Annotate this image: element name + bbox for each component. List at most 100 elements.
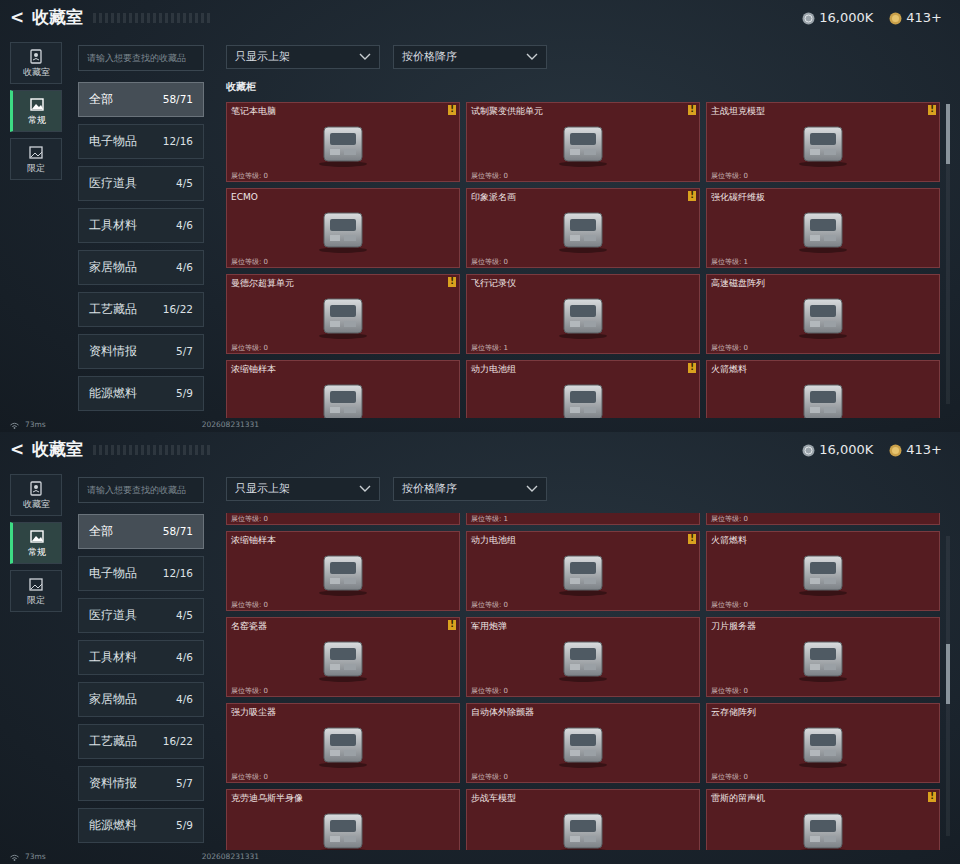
- category-item[interactable]: 工具材料4/6: [78, 208, 204, 243]
- collection-icon: [28, 49, 44, 64]
- category-item[interactable]: 工具材料4/6: [78, 640, 204, 675]
- filter-dropdown[interactable]: 只显示上架: [226, 45, 380, 69]
- side-tab[interactable]: 收藏室: [10, 42, 62, 84]
- item-picture-icon: [548, 289, 618, 341]
- filter-dropdown[interactable]: 按价格降序: [393, 477, 547, 501]
- item-card[interactable]: 动力电池组!展位等级: 0: [466, 531, 700, 611]
- item-name: 动力电池组: [471, 363, 516, 377]
- item-card[interactable]: 主战坦克模型!展位等级: 0: [706, 102, 940, 182]
- currency-value: 413+: [906, 8, 942, 28]
- scrollbar-thumb[interactable]: [946, 104, 950, 164]
- search-field[interactable]: [78, 477, 204, 503]
- display-level: 展位等级: 0: [711, 601, 748, 609]
- item-card[interactable]: 试制聚变供能单元!展位等级: 0: [466, 102, 700, 182]
- item-name: 云存储阵列: [711, 706, 756, 720]
- item-picture-icon: [548, 203, 618, 255]
- item-card[interactable]: 火箭燃料: [706, 360, 940, 418]
- item-card[interactable]: 名窑瓷器!展位等级: 0: [226, 617, 460, 697]
- item-card[interactable]: 曼德尔超算单元!展位等级: 0: [226, 274, 460, 354]
- item-name: 强化碳纤维板: [711, 191, 765, 205]
- filter-dropdown[interactable]: 按价格降序: [393, 45, 547, 69]
- side-tab-label: 限定: [27, 164, 45, 174]
- item-card[interactable]: 云存储阵列展位等级: 0: [706, 703, 940, 783]
- item-card[interactable]: 强力吸尘器展位等级: 0: [226, 703, 460, 783]
- item-card[interactable]: 强化碳纤维板展位等级: 1: [706, 188, 940, 268]
- item-card[interactable]: 飞行记录仪展位等级: 1: [466, 274, 700, 354]
- search-field[interactable]: [78, 45, 204, 71]
- scrollbar-track[interactable]: [946, 104, 950, 404]
- build-number: 202608231331: [202, 419, 259, 430]
- category-label: 医疗道具: [89, 607, 137, 624]
- side-tab[interactable]: 常规: [10, 90, 62, 132]
- item-card[interactable]: 印象派名画!展位等级: 0: [466, 188, 700, 268]
- scrollbar-track[interactable]: [946, 536, 950, 836]
- item-card[interactable]: 克劳迪乌斯半身像: [226, 789, 460, 850]
- side-tab[interactable]: 收藏室: [10, 474, 62, 516]
- display-level: 展位等级: 0: [471, 687, 508, 695]
- side-tab[interactable]: 常规: [10, 522, 62, 564]
- category-item[interactable]: 能源燃料5/9: [78, 376, 204, 411]
- currency: 413+: [889, 440, 942, 460]
- category-item[interactable]: 资料情报5/7: [78, 334, 204, 369]
- back-button[interactable]: <: [10, 437, 24, 463]
- category-count: 12/16: [163, 134, 193, 150]
- wifi-icon: [10, 854, 19, 861]
- category-count: 5/9: [176, 818, 193, 834]
- item-card[interactable]: 展位等级: 0: [226, 513, 460, 525]
- category-item[interactable]: 家居物品4/6: [78, 682, 204, 717]
- category-item[interactable]: 医疗道具 4/5: [78, 598, 204, 633]
- category-list: 全部58/71 电子物品12/16 医疗道具 4/5 工具材料4/6 家居物品4/6 工艺藏…: [78, 514, 204, 843]
- category-item[interactable]: 工艺藏品16/22: [78, 292, 204, 327]
- display-level: 展位等级: 1: [471, 515, 508, 523]
- category-item[interactable]: 医疗道具4/5: [78, 166, 204, 201]
- display-level: 展位等级: 0: [711, 515, 748, 523]
- category-label: 能源燃料: [89, 385, 137, 402]
- collection-area: 只显示上架按价格降序展位等级: 0 展位等级: 1 展位等级: 0 浓缩铀样本展位等级…: [226, 468, 940, 850]
- item-card[interactable]: 展位等级: 0: [706, 513, 940, 525]
- item-name: 强力吸尘器: [231, 706, 276, 720]
- item-card[interactable]: 火箭燃料展位等级: 0: [706, 531, 940, 611]
- page-title: 收藏室: [32, 5, 83, 31]
- item-card[interactable]: 展位等级: 1: [466, 513, 700, 525]
- category-item[interactable]: 电子物品12/16: [78, 556, 204, 591]
- gold-coin-icon: [889, 444, 902, 457]
- category-label: 工具材料: [89, 217, 137, 234]
- side-tabs: 收藏室常规限定: [10, 36, 64, 418]
- item-card[interactable]: 军用炮弹展位等级: 0: [466, 617, 700, 697]
- category-item[interactable]: 工艺藏品16/22: [78, 724, 204, 759]
- category-item[interactable]: 能源燃料5/9: [78, 808, 204, 843]
- item-card[interactable]: 雷斯的留声机!: [706, 789, 940, 850]
- currency: 16,000K: [802, 440, 873, 460]
- category-count: 4/5: [176, 608, 193, 624]
- item-card[interactable]: 步战车模型: [466, 789, 700, 850]
- scrollbar-thumb[interactable]: [946, 644, 950, 704]
- back-button[interactable]: <: [10, 5, 24, 31]
- item-card[interactable]: 高速磁盘阵列展位等级: 0: [706, 274, 940, 354]
- item-picture-icon: [308, 632, 378, 684]
- item-card[interactable]: 笔记本电脑!展位等级: 0: [226, 102, 460, 182]
- alert-badge: !: [928, 105, 936, 115]
- side-tab[interactable]: 限定: [10, 570, 62, 612]
- item-card[interactable]: ECMO展位等级: 0: [226, 188, 460, 268]
- side-tab[interactable]: 限定: [10, 138, 62, 180]
- item-card[interactable]: 动力电池组!: [466, 360, 700, 418]
- item-name: 火箭燃料: [711, 534, 747, 548]
- alert-badge: !: [688, 191, 696, 201]
- category-item[interactable]: 全部58/71: [78, 514, 204, 549]
- filter-dropdown[interactable]: 只显示上架: [226, 477, 380, 501]
- limited-gallery-icon: [28, 145, 44, 160]
- category-item[interactable]: 家居物品4/6: [78, 250, 204, 285]
- item-card[interactable]: 刀片服务器展位等级: 0: [706, 617, 940, 697]
- item-card[interactable]: 自动体外除颤器展位等级: 0: [466, 703, 700, 783]
- header-bar: <收藏室16,000K413+: [0, 432, 960, 468]
- category-item[interactable]: 全部58/71: [78, 82, 204, 117]
- category-item[interactable]: 资料情报5/7: [78, 766, 204, 801]
- filter-label: 按价格降序: [402, 49, 457, 65]
- item-card[interactable]: 浓缩铀样本: [226, 360, 460, 418]
- item-card[interactable]: 浓缩铀样本展位等级: 0: [226, 531, 460, 611]
- wifi-icon: [10, 422, 19, 429]
- category-label: 全部: [89, 523, 113, 540]
- category-label: 医疗道具: [89, 175, 137, 192]
- item-picture-icon: [788, 718, 858, 770]
- category-item[interactable]: 电子物品12/16: [78, 124, 204, 159]
